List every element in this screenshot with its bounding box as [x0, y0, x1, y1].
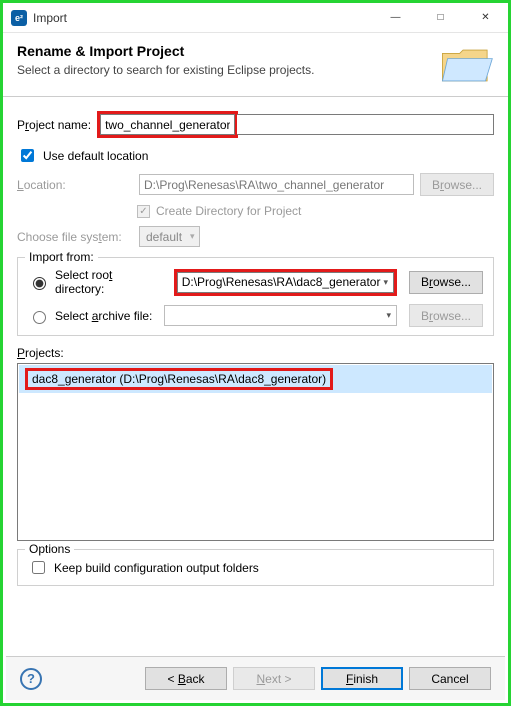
chevron-down-icon: ▾ — [383, 310, 394, 321]
window-title: Import — [33, 11, 373, 25]
keep-build-checkbox[interactable]: Keep build configuration output folders — [28, 558, 259, 577]
root-directory-browse-button[interactable]: Browse... — [409, 271, 483, 294]
location-label: Location: — [17, 178, 133, 192]
projects-list[interactable]: dac8_generator (D:\Prog\Renesas\RA\dac8_… — [17, 363, 494, 541]
header-title: Rename & Import Project — [17, 43, 429, 59]
close-button[interactable]: ✕ — [463, 3, 508, 32]
project-name-input[interactable] — [100, 114, 235, 135]
chevron-down-icon: ▾ — [380, 277, 391, 288]
project-item-label: dac8_generator (D:\Prog\Renesas\RA\dac8_… — [32, 372, 326, 386]
archive-file-combo: ▾ — [164, 305, 397, 326]
project-name-row: Project name: — [17, 111, 494, 138]
next-button: Next > — [233, 667, 315, 690]
use-default-location-row: Use default location — [17, 146, 494, 165]
root-directory-radio[interactable] — [33, 277, 46, 290]
back-button[interactable]: < Back — [145, 667, 227, 690]
minimize-button[interactable]: ― — [373, 3, 418, 32]
import-from-legend: Import from: — [25, 250, 98, 264]
list-item[interactable]: dac8_generator (D:\Prog\Renesas\RA\dac8_… — [19, 365, 492, 393]
archive-file-row: Select archive file: ▾ Browse... — [28, 304, 483, 327]
help-icon[interactable]: ? — [20, 668, 42, 690]
project-name-label: Project name: — [17, 118, 91, 132]
options-legend: Options — [25, 542, 74, 556]
location-input — [139, 174, 414, 195]
location-browse-button: Browse... — [420, 173, 494, 196]
projects-section: Projects: dac8_generator (D:\Prog\Renesa… — [17, 346, 494, 541]
folder-icon — [439, 43, 494, 88]
keep-build-input[interactable] — [32, 561, 45, 574]
import-from-group: Import from: Select root directory: D:\P… — [17, 257, 494, 336]
create-directory-checkbox: ✓ — [137, 205, 150, 218]
use-default-location-checkbox[interactable]: Use default location — [17, 146, 148, 165]
use-default-location-input[interactable] — [21, 149, 34, 162]
button-bar: ? < Back Next > Finish Cancel — [6, 656, 505, 700]
titlebar: e² Import ― □ ✕ — [3, 3, 508, 33]
header-subtitle: Select a directory to search for existin… — [17, 63, 429, 77]
archive-file-label[interactable]: Select archive file: — [55, 309, 152, 323]
maximize-button[interactable]: □ — [418, 3, 463, 32]
create-directory-label: Create Directory for Project — [156, 204, 301, 218]
file-system-select: default▾ — [139, 226, 200, 247]
location-row: Location: Browse... — [17, 173, 494, 196]
archive-browse-button: Browse... — [409, 304, 483, 327]
root-directory-row: Select root directory: D:\Prog\Renesas\R… — [28, 268, 483, 296]
root-directory-combo[interactable]: D:\Prog\Renesas\RA\dac8_generator ▾ — [177, 272, 394, 293]
options-group: Options Keep build configuration output … — [17, 549, 494, 586]
app-icon: e² — [11, 10, 27, 26]
root-directory-label[interactable]: Select root directory: — [55, 268, 162, 296]
create-directory-row: ✓ Create Directory for Project — [137, 204, 494, 218]
dialog-header: Rename & Import Project Select a directo… — [3, 33, 508, 97]
projects-label: Projects: — [17, 346, 64, 360]
file-system-label: Choose file system: — [17, 230, 133, 244]
archive-file-radio[interactable] — [33, 311, 46, 324]
cancel-button[interactable]: Cancel — [409, 667, 491, 690]
project-name-input-overflow[interactable] — [237, 114, 494, 135]
finish-button[interactable]: Finish — [321, 667, 403, 690]
file-system-row: Choose file system: default▾ — [17, 226, 494, 247]
